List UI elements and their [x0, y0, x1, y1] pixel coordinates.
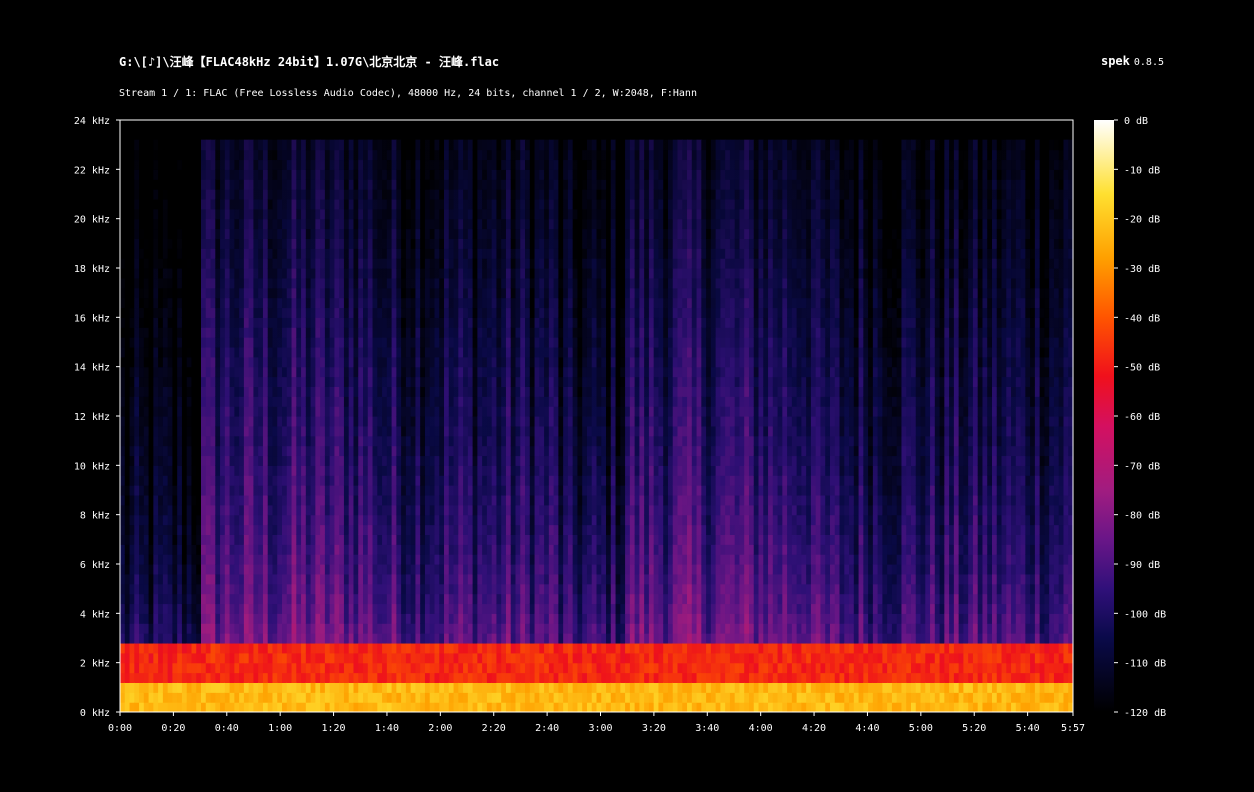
x-tick-label: 1:20 [322, 723, 346, 734]
y-tick-label: 18 kHz [74, 264, 110, 275]
x-tick-label: 0:00 [108, 723, 132, 734]
x-tick-label: 2:20 [482, 723, 506, 734]
y-tick-label: 14 kHz [74, 363, 110, 374]
colorbar-tick-label: -70 dB [1124, 461, 1160, 472]
x-axis: 0:00 0:20 0:40 1:00 1:20 1:40 2:00 2:20 2:40 3:00… [108, 712, 1085, 734]
x-tick-label: 4:40 [855, 723, 879, 734]
colorbar-axis: 0 dB -10 dB -20 dB -30 dB -40 dB -50 dB -60 dB… [1114, 116, 1166, 719]
colorbar-tick-label: 0 dB [1124, 116, 1148, 127]
x-tick-label: 4:00 [749, 723, 773, 734]
y-tick-label: 22 kHz [74, 165, 110, 176]
colorbar-tick-label: -90 dB [1124, 560, 1160, 571]
x-tick-label: 2:40 [535, 723, 559, 734]
x-tick-label: 0:20 [161, 723, 185, 734]
y-tick-label: 6 kHz [80, 560, 110, 571]
y-tick-label: 10 kHz [74, 461, 110, 472]
x-tick-label: 5:57 [1061, 723, 1085, 734]
y-tick-label: 12 kHz [74, 412, 110, 423]
x-tick-label: 5:20 [962, 723, 986, 734]
y-tick-label: 2 kHz [80, 659, 110, 670]
x-tick-label: 1:00 [268, 723, 292, 734]
x-tick-label: 1:40 [375, 723, 399, 734]
x-tick-label: 3:40 [695, 723, 719, 734]
colorbar-tick-label: -40 dB [1124, 313, 1160, 324]
x-tick-label: 2:00 [428, 723, 452, 734]
y-tick-label: 16 kHz [74, 313, 110, 324]
x-tick-label: 0:40 [215, 723, 239, 734]
colorbar-tick-label: -60 dB [1124, 412, 1160, 423]
y-tick-label: 0 kHz [80, 708, 110, 719]
y-axis: 0 kHz 2 kHz 4 kHz 6 kHz 8 kHz 10 kHz 12 kHz 14 … [74, 116, 120, 719]
spectrogram-image [120, 139, 1073, 712]
x-tick-label: 4:20 [802, 723, 826, 734]
colorbar-tick-label: -30 dB [1124, 264, 1160, 275]
colorbar-tick-label: -80 dB [1124, 511, 1160, 522]
x-tick-label: 5:40 [1016, 723, 1040, 734]
x-tick-label: 3:00 [588, 723, 612, 734]
y-tick-label: 8 kHz [80, 511, 110, 522]
y-tick-label: 20 kHz [74, 215, 110, 226]
x-tick-label: 5:00 [909, 723, 933, 734]
y-tick-label: 4 kHz [80, 609, 110, 620]
spectrogram-chart: 0:00 0:20 0:40 1:00 1:20 1:40 2:00 2:20 2:40 3:00… [74, 116, 1166, 734]
x-tick-label: 3:20 [642, 723, 666, 734]
colorbar-tick-label: -120 dB [1124, 708, 1166, 719]
colorbar [1094, 120, 1114, 712]
colorbar-tick-label: -100 dB [1124, 609, 1166, 620]
colorbar-tick-label: -20 dB [1124, 215, 1160, 226]
colorbar-tick-label: -10 dB [1124, 165, 1160, 176]
y-tick-label: 24 kHz [74, 116, 110, 127]
colorbar-tick-label: -50 dB [1124, 363, 1160, 374]
colorbar-tick-label: -110 dB [1124, 659, 1166, 670]
